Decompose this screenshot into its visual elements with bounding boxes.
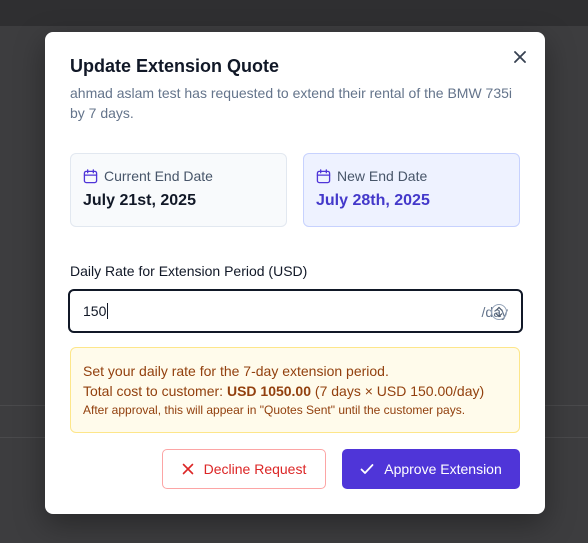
dialog-title: Update Extension Quote — [70, 56, 280, 76]
calendar-icon — [83, 168, 98, 183]
info-total: Total cost to customer: USD 1050.00 (7 d… — [83, 381, 507, 401]
info-note: After approval, this will appear in "Quo… — [83, 403, 466, 417]
dialog-subtitle: ahmad aslam test has requested to extend… — [70, 85, 513, 121]
close-icon — [514, 51, 526, 63]
current-end-date-label: Current End Date — [104, 168, 213, 184]
new-end-date-card: New End Date July 28th, 2025 — [303, 153, 520, 227]
info-instruction: Set your daily rate for the 7-day extens… — [83, 363, 389, 379]
calendar-icon — [316, 168, 331, 183]
check-icon — [360, 464, 374, 474]
extension-quote-dialog: Update Extension Quote ahmad aslam test … — [45, 32, 545, 514]
total-prefix: Total cost to customer: — [83, 383, 227, 399]
new-end-date-label: New End Date — [337, 168, 428, 184]
daily-rate-value[interactable]: 150 — [83, 303, 106, 319]
current-end-date-value: July 21st, 2025 — [83, 192, 196, 209]
approve-extension-label: Approve Extension — [384, 461, 502, 477]
x-icon — [182, 463, 193, 475]
new-end-date-value: July 28th, 2025 — [316, 192, 430, 209]
decline-request-label: Decline Request — [203, 461, 307, 477]
extension-info-box: Set your daily rate for the 7-day extens… — [70, 347, 520, 433]
text-caret — [107, 303, 109, 319]
backdrop-header — [0, 0, 588, 26]
total-breakdown: (7 days × USD 150.00/day) — [311, 383, 485, 399]
close-button[interactable] — [511, 48, 529, 66]
number-spinner-icon[interactable] — [490, 303, 508, 321]
decline-request-button[interactable]: Decline Request — [162, 449, 326, 489]
daily-rate-label: Daily Rate for Extension Period (USD) — [70, 263, 308, 279]
daily-rate-input[interactable]: 150 /day — [68, 289, 523, 333]
approve-extension-button[interactable]: Approve Extension — [342, 449, 520, 489]
current-end-date-card: Current End Date July 21st, 2025 — [70, 153, 287, 227]
total-amount: USD 1050.00 — [226, 383, 312, 399]
